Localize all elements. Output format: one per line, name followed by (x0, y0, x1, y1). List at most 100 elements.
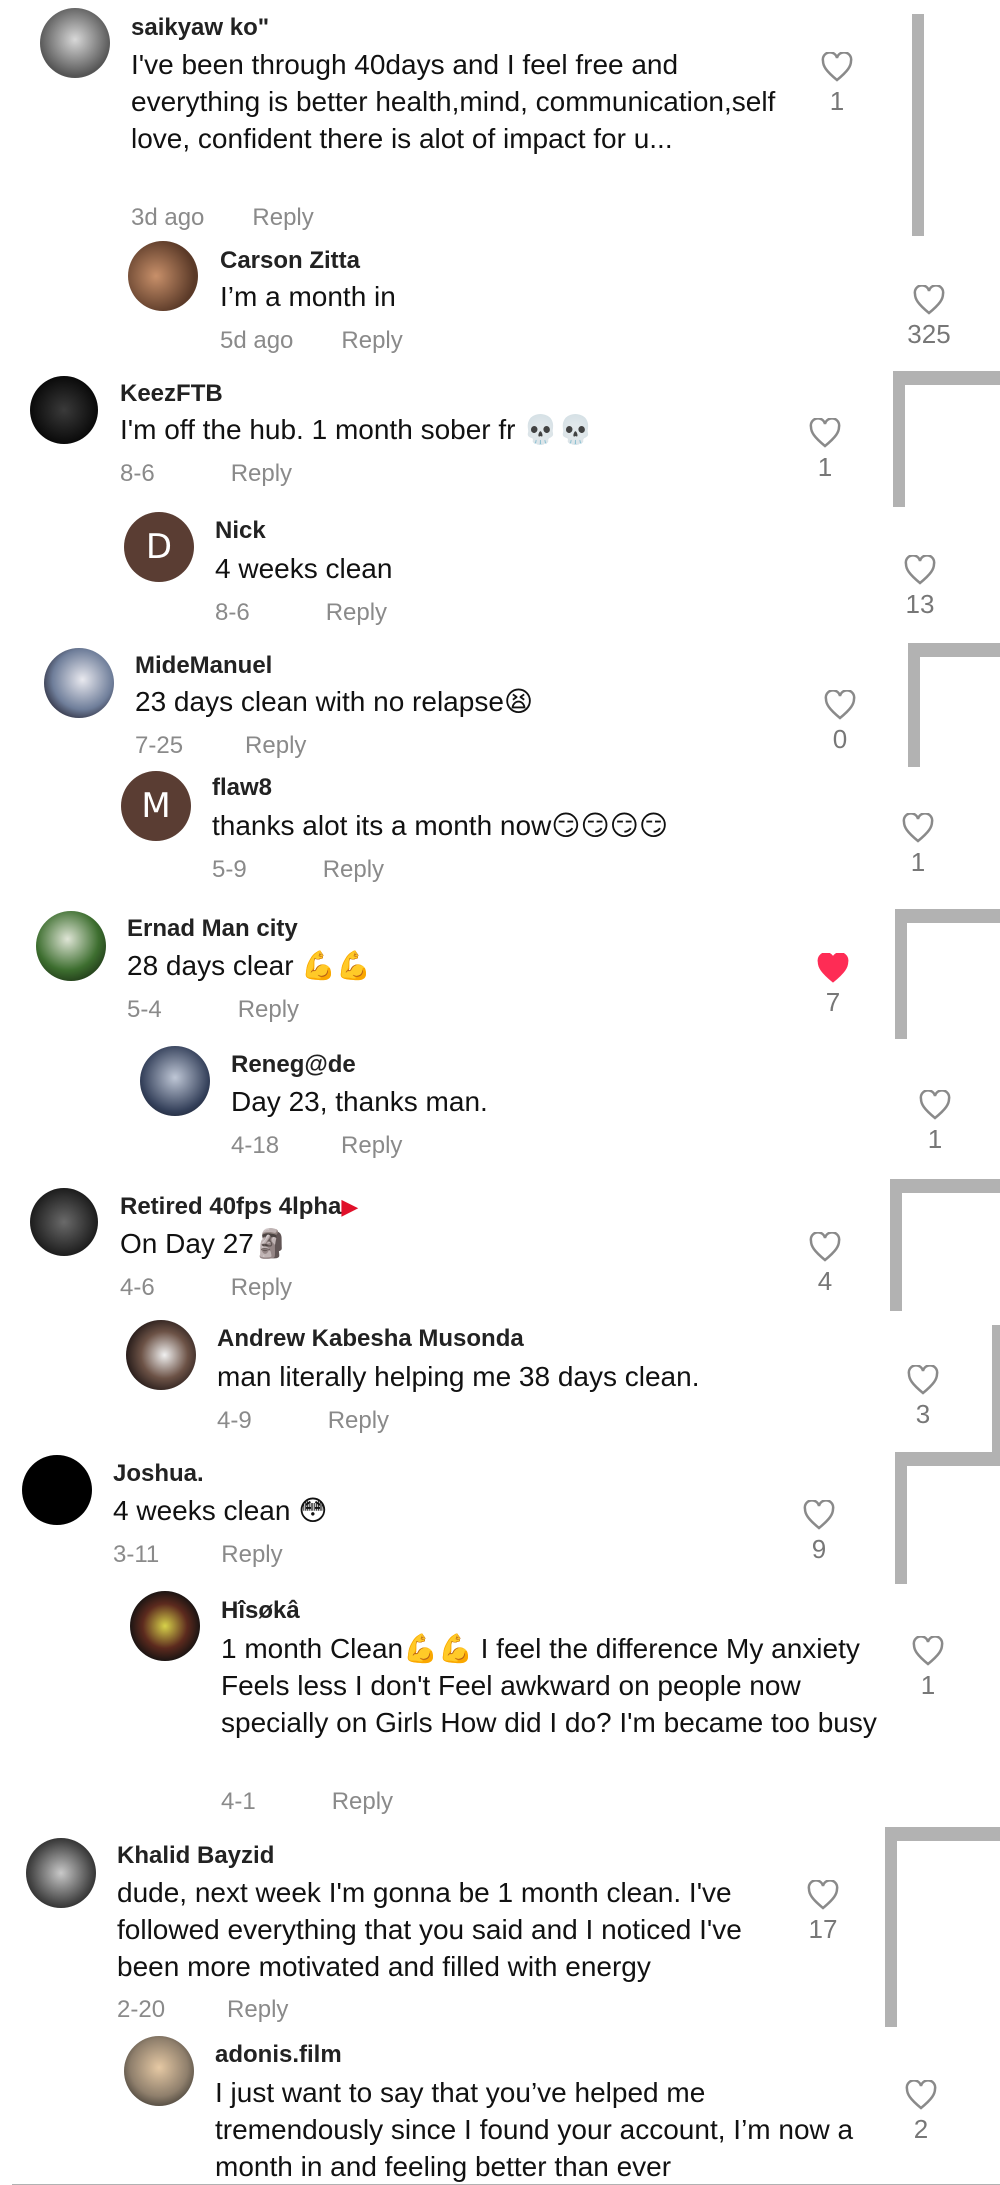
like-button[interactable]: 1 (888, 813, 948, 878)
comment-text: 23 days clean with no relapse😫 (135, 686, 534, 717)
comment-meta: 7-25 Reply (135, 732, 306, 760)
reply-button[interactable]: Reply (323, 856, 384, 883)
comment-text: I'm off the hub. 1 month sober fr 💀💀 (120, 414, 593, 445)
like-count: 4 (817, 1266, 833, 1296)
comment-username-text: Retired 40fps 4lpha (120, 1193, 342, 1220)
like-count: 2 (913, 2114, 929, 2144)
comment-date: 3d ago (131, 204, 205, 231)
avatar[interactable] (30, 376, 98, 444)
avatar[interactable] (140, 1046, 210, 1116)
like-count: 13 (905, 589, 935, 619)
reply-button[interactable]: Reply (227, 1996, 288, 2023)
comment-username[interactable]: KeezFTB (120, 380, 223, 408)
avatar[interactable] (40, 8, 110, 78)
reply-button[interactable]: Reply (252, 204, 313, 231)
like-button[interactable]: 4 (795, 1232, 855, 1297)
heart-outline-icon (809, 1232, 841, 1262)
comment-username[interactable]: saikyaw ko" (131, 14, 269, 42)
heart-outline-icon (807, 1880, 839, 1910)
comment-text: 4 weeks clean 😳 (113, 1495, 328, 1526)
comment-date: 8-6 (120, 460, 155, 487)
avatar[interactable] (124, 2036, 194, 2106)
comment-username[interactable]: flaw8 (212, 774, 272, 802)
reply-button[interactable]: Reply (221, 1541, 282, 1568)
heart-outline-icon (919, 1090, 951, 1120)
heart-outline-icon (912, 1636, 944, 1666)
comment-username[interactable]: Joshua. (113, 1460, 204, 1488)
comment-username[interactable]: Nick (215, 517, 266, 545)
heart-outline-icon (809, 418, 841, 448)
like-count: 325 (907, 319, 951, 349)
comment-username[interactable]: Hîsøkâ (221, 1597, 300, 1625)
avatar[interactable] (130, 1591, 200, 1661)
like-button[interactable]: 1 (898, 1636, 958, 1701)
reply-button[interactable]: Reply (231, 460, 292, 487)
comment-date: 3-11 (113, 1541, 160, 1568)
comment-text: I just want to say that you’ve helped me… (215, 2077, 854, 2182)
comment-date: 5-9 (212, 856, 247, 883)
comment-date: 5d ago (220, 327, 294, 354)
heart-outline-icon (913, 285, 945, 315)
reply-button[interactable]: Reply (341, 1132, 402, 1159)
comment-text: I’m a month in (220, 281, 396, 312)
like-button[interactable]: 9 (789, 1500, 849, 1565)
comment-meta: 3-11 Reply (113, 1541, 283, 1569)
like-count: 0 (832, 724, 848, 754)
reply-button[interactable]: Reply (341, 327, 402, 354)
comment-text: On Day 27🗿 (120, 1228, 289, 1259)
comment-meta: 4-1 Reply (221, 1788, 393, 1816)
comment-username[interactable]: Retired 40fps 4lpha▶ (120, 1193, 358, 1221)
reply-button[interactable]: Reply (328, 1407, 389, 1434)
avatar[interactable] (26, 1838, 96, 1908)
like-button[interactable]: 1 (905, 1090, 965, 1155)
comment-username[interactable]: Khalid Bayzid (117, 1842, 274, 1870)
comment-date: 2-20 (117, 1996, 166, 2023)
comment-text: Day 23, thanks man. (231, 1086, 488, 1117)
like-button[interactable]: 1 (807, 52, 867, 117)
heart-outline-icon (907, 1365, 939, 1395)
reply-button[interactable]: Reply (231, 1274, 292, 1301)
comment-date: 5-4 (127, 996, 162, 1023)
avatar[interactable] (22, 1455, 92, 1525)
avatar[interactable]: D (124, 512, 194, 582)
avatar[interactable] (36, 911, 106, 981)
avatar[interactable] (126, 1320, 196, 1390)
heart-outline-icon (904, 555, 936, 585)
like-count: 3 (915, 1399, 931, 1429)
comment-username[interactable]: Reneg@de (231, 1051, 356, 1079)
avatar[interactable] (128, 241, 198, 311)
comment-date: 4-9 (217, 1407, 252, 1434)
like-button[interactable]: 7 (803, 953, 863, 1018)
comment-meta: 4-6 Reply (120, 1274, 292, 1302)
reply-button[interactable]: Reply (332, 1788, 393, 1815)
comment-meta: 4-18 Reply (231, 1132, 402, 1160)
comment-date: 7-25 (135, 732, 184, 759)
comment-username[interactable]: Carson Zitta (220, 247, 360, 275)
reply-button[interactable]: Reply (238, 996, 299, 1023)
comment-meta: 3d ago Reply (131, 204, 314, 232)
reply-button[interactable]: Reply (245, 732, 306, 759)
comment-meta: 8-6 Reply (215, 599, 387, 627)
comment-date: 4-1 (221, 1788, 256, 1815)
like-button[interactable]: 17 (793, 1880, 853, 1945)
like-button[interactable]: 325 (897, 285, 961, 350)
like-button[interactable]: 1 (795, 418, 855, 483)
comment-username[interactable]: MideManuel (135, 652, 272, 680)
reply-button[interactable]: Reply (326, 599, 387, 626)
like-button[interactable]: 2 (891, 2080, 951, 2145)
avatar[interactable] (30, 1188, 98, 1256)
comment-username[interactable]: Andrew Kabesha Musonda (217, 1325, 524, 1353)
like-button[interactable]: 0 (810, 690, 870, 755)
comment-text: 4 weeks clean (215, 553, 393, 584)
comment-meta: 5d ago Reply (220, 327, 403, 355)
like-button[interactable]: 13 (890, 555, 950, 620)
avatar[interactable] (44, 648, 114, 718)
like-count: 17 (808, 1914, 838, 1944)
comment-username[interactable]: Ernad Man city (127, 915, 298, 943)
comment-text: 28 days clear 💪💪 (127, 950, 372, 981)
comment-meta: 2-20 Reply (117, 1996, 288, 2024)
avatar[interactable]: M (121, 771, 191, 841)
comment-username[interactable]: adonis.film (215, 2041, 342, 2069)
comment-date: 4-18 (231, 1132, 280, 1159)
like-button[interactable]: 3 (893, 1365, 953, 1430)
